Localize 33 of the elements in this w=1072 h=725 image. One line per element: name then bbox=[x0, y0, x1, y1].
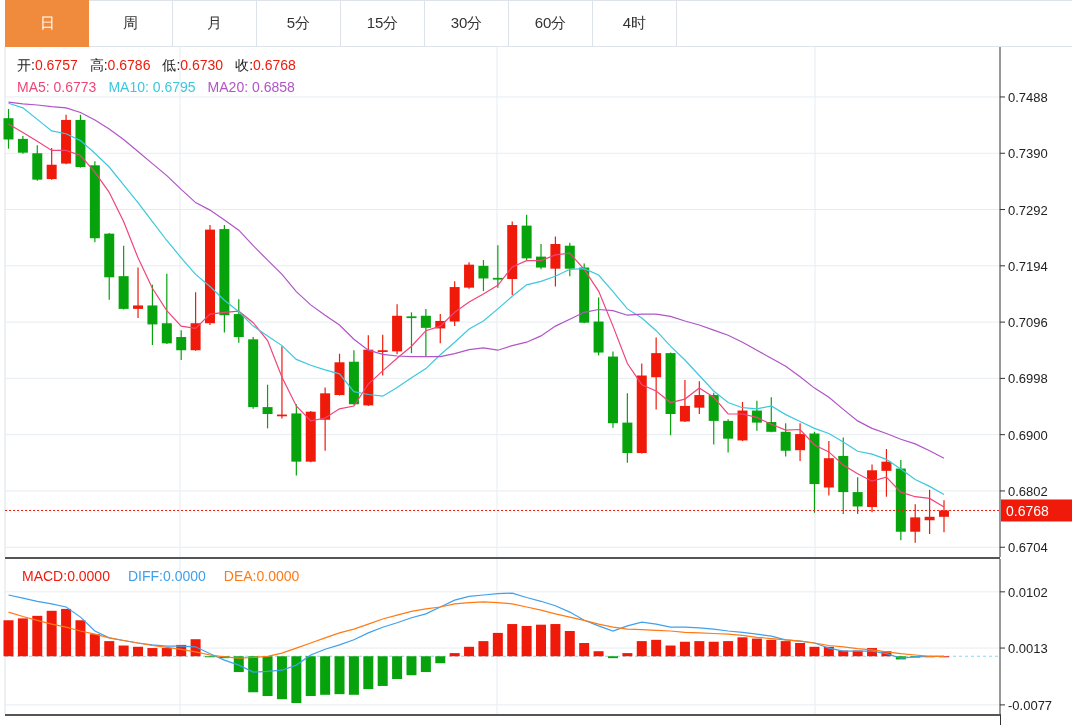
macd-axis-label: 0.0102 bbox=[1008, 584, 1048, 600]
price-axis-label: 0.7390 bbox=[1008, 146, 1048, 162]
legend-value: 0.6757 bbox=[34, 57, 78, 73]
legend-label: 低: bbox=[162, 57, 181, 73]
price-axis-label: 0.6802 bbox=[1008, 483, 1048, 499]
legend-label: MA5: bbox=[17, 79, 50, 95]
legend-label: 高: bbox=[89, 57, 108, 73]
last-price-tag: 0.6768 bbox=[1001, 499, 1072, 522]
legend-value: 0.0000 bbox=[256, 568, 300, 584]
legend-value: 0.6730 bbox=[180, 57, 224, 73]
legend-value: 0.6795 bbox=[152, 79, 196, 95]
legend-value: 0.0000 bbox=[162, 568, 206, 584]
ref-line-label: 0.6768 bbox=[1006, 503, 1050, 520]
macd-axis-label: -0.0077 bbox=[1008, 697, 1053, 713]
legend-label: 开: bbox=[17, 57, 35, 73]
legend-label: MA10: bbox=[108, 79, 149, 95]
price-axis-label: 0.6704 bbox=[1008, 540, 1048, 556]
price-axis-label: 0.7096 bbox=[1008, 315, 1048, 331]
legend-label: 收: bbox=[235, 57, 254, 73]
legend-label: DEA: bbox=[223, 568, 257, 584]
legend-label: MACD: bbox=[22, 568, 68, 584]
price-axis-label: 0.7194 bbox=[1008, 258, 1048, 274]
price-axis-label: 0.6900 bbox=[1008, 427, 1048, 443]
price-axis-label: 0.7488 bbox=[1008, 89, 1048, 105]
legend-value: 0.0000 bbox=[67, 568, 110, 584]
price-axis-label: 0.6998 bbox=[1008, 371, 1048, 387]
legend-label: DIFF: bbox=[127, 568, 163, 584]
legend-value: 0.6768 bbox=[253, 57, 296, 73]
legend-label: MA20: bbox=[207, 79, 249, 95]
price-axis-label: 0.7292 bbox=[1008, 202, 1048, 218]
legend-value: 0.6773 bbox=[53, 79, 97, 95]
legend-value: 0.6858 bbox=[251, 79, 295, 95]
macd-axis-label: 0.0013 bbox=[1008, 641, 1048, 657]
